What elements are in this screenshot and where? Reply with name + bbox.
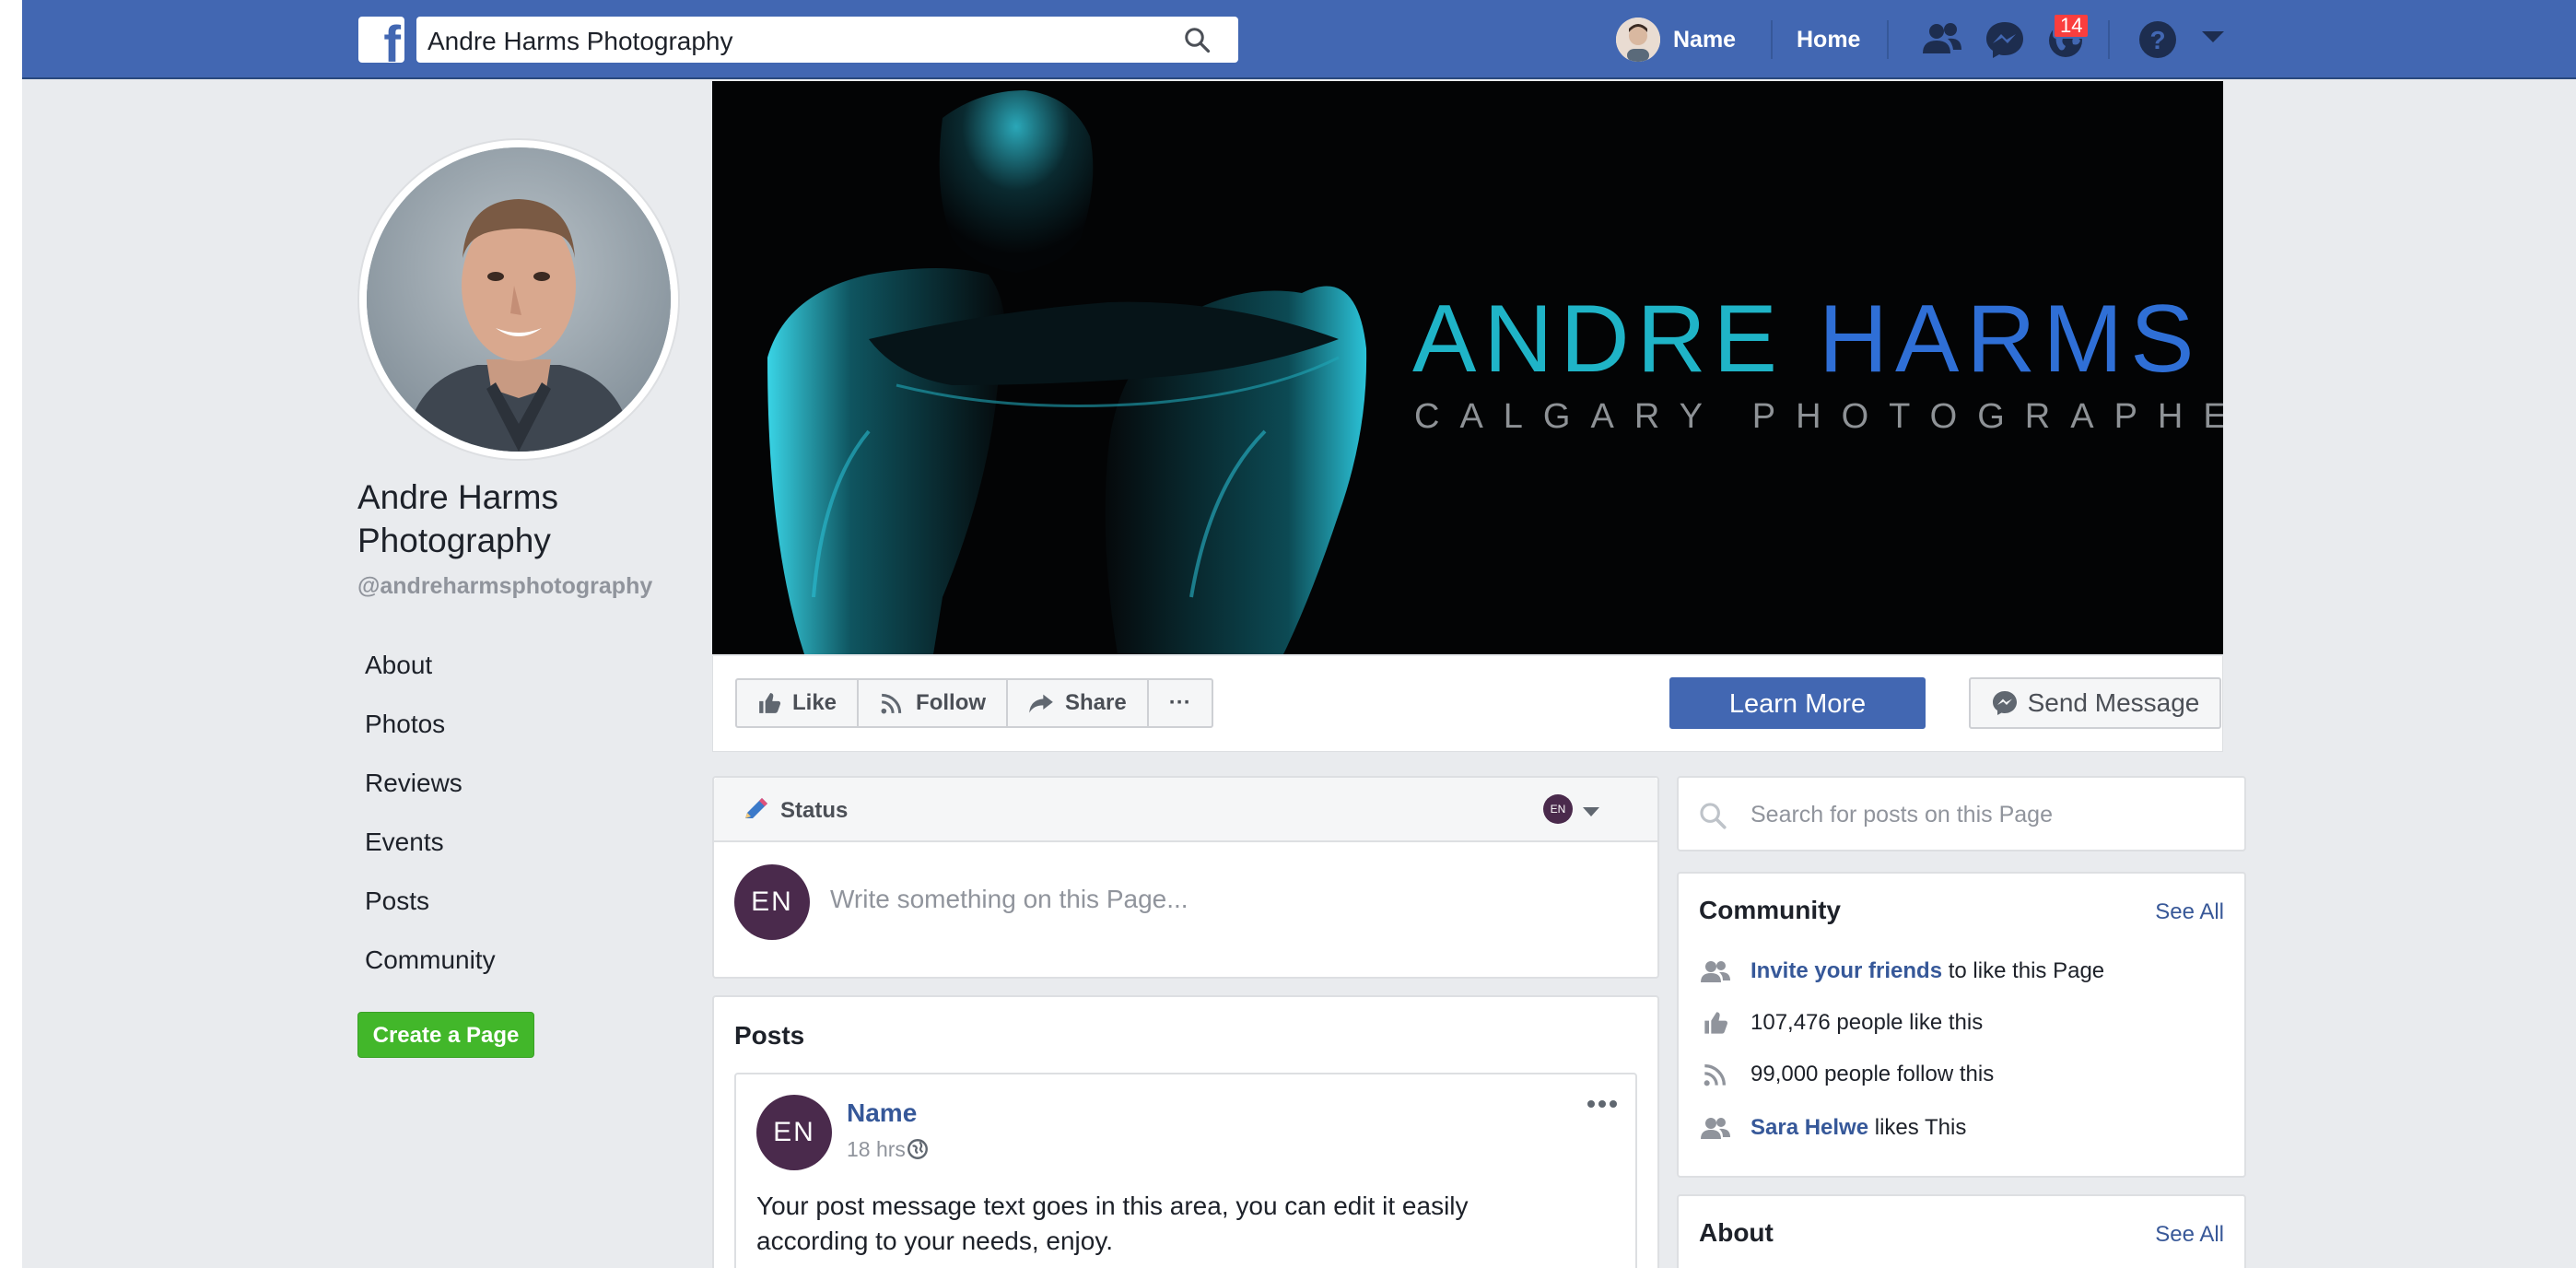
page-posts-search-input[interactable]: Search for posts on this Page: [1677, 776, 2246, 851]
cover-headline-first: ANDRE: [1412, 286, 1819, 393]
left-nav-item-photos[interactable]: Photos: [357, 695, 689, 754]
chevron-down-icon[interactable]: [1582, 805, 1600, 818]
messenger-icon[interactable]: [1983, 18, 2027, 61]
post-timestamp[interactable]: 18 hrs: [847, 1137, 906, 1162]
posts-section-title: Posts: [734, 1021, 805, 1050]
post-author-link[interactable]: Name: [847, 1098, 917, 1128]
post-options-icon[interactable]: [1584, 1095, 1621, 1113]
rss-follow-icon: [1704, 1064, 1726, 1086]
status-tab[interactable]: Status: [780, 798, 848, 824]
community-invite-row: Invite your friends to like this Page: [1699, 953, 2104, 990]
chevron-down-icon[interactable]: [2200, 28, 2244, 70]
post-message: Your post message text goes in this area…: [756, 1192, 1469, 1255]
nav-home-link[interactable]: Home: [1797, 27, 1860, 53]
notification-badge: 14: [2053, 13, 2090, 39]
composer-header: Status EN: [714, 778, 1657, 842]
follow-button[interactable]: Follow: [859, 680, 1009, 726]
search-input[interactable]: Andre Harms Photography: [416, 17, 1238, 63]
action-button-group: Like Follow Share ···: [735, 678, 1213, 728]
send-message-label: Send Message: [2027, 688, 2200, 717]
community-card: Community See All Invite your friends to…: [1677, 872, 2246, 1178]
page-search-placeholder: Search for posts on this Page: [1751, 802, 2053, 828]
messenger-icon: [1992, 691, 2017, 715]
invite-friends-link[interactable]: Invite your friends: [1751, 958, 1942, 983]
cover-headline: ANDRE HARMS: [1412, 291, 2202, 387]
page-navigation: About Photos Reviews Events Posts Commun…: [357, 636, 689, 990]
post-card: EN Name 18 hrs Your post message text go…: [734, 1073, 1637, 1268]
left-nav-item-posts[interactable]: Posts: [357, 872, 689, 931]
cover-subtitle: CALGARY PHOTOGRAPHER: [1414, 397, 2223, 436]
search-icon: [1700, 803, 1727, 829]
learn-more-button[interactable]: Learn More: [1669, 677, 1926, 729]
share-label: Share: [1065, 690, 1127, 715]
friend-requests-icon[interactable]: [1920, 18, 1964, 61]
create-page-button[interactable]: Create a Page: [357, 1012, 534, 1058]
more-options-label: ···: [1168, 690, 1191, 715]
page-follows-count: 99,000 people follow this: [1751, 1062, 1995, 1086]
follow-label: Follow: [916, 690, 987, 715]
composer-input[interactable]: Write something on this Page...: [830, 885, 1188, 914]
globe-icon: [907, 1139, 928, 1159]
like-button[interactable]: Like: [737, 680, 860, 726]
share-arrow-icon: [1029, 694, 1053, 713]
friend-name-link[interactable]: Sara Helwe: [1751, 1115, 1868, 1140]
svg-text:?: ?: [2149, 26, 2165, 54]
share-button[interactable]: Share: [1008, 680, 1149, 726]
rss-follow-icon: [881, 693, 902, 714]
nav-divider: [1771, 20, 1773, 59]
about-see-all-link[interactable]: See All: [2155, 1222, 2224, 1248]
friends-icon: [1701, 961, 1730, 982]
friends-icon: [1701, 1118, 1730, 1139]
page-likes-count: 107,476 people like this: [1751, 1010, 1984, 1035]
left-nav-item-events[interactable]: Events: [357, 813, 689, 872]
page-username[interactable]: @andreharmsphotography: [357, 572, 689, 600]
invite-text: to like this Page: [1942, 958, 2105, 983]
nav-divider: [1887, 20, 1889, 59]
search-value: Andre Harms Photography: [427, 27, 733, 55]
community-likes-row: 107,476 people like this: [1699, 1004, 1983, 1041]
left-nav-item-community[interactable]: Community: [357, 931, 689, 990]
profile-picture-frame[interactable]: [357, 138, 680, 461]
friend-likes-text: likes This: [1868, 1115, 1967, 1140]
more-options-button[interactable]: ···: [1149, 680, 1212, 726]
posts-section: Posts EN Name 18 hrs Your post message t…: [712, 995, 1659, 1268]
voice-selector-avatar[interactable]: EN: [1543, 794, 1573, 824]
pencil-icon: [745, 798, 767, 818]
search-button[interactable]: [1155, 17, 1238, 63]
cover-headline-last: HARMS: [1818, 286, 2202, 393]
top-navigation-bar: f Andre Harms Photography Name Home ?: [22, 0, 2576, 79]
avatar: EN: [734, 864, 810, 940]
nav-divider: [2108, 20, 2110, 59]
help-icon[interactable]: ?: [2137, 18, 2182, 61]
thumbs-up-icon: [1704, 1012, 1727, 1034]
page-action-bar: Like Follow Share ··· Learn More Send Me…: [712, 656, 2223, 752]
left-nav-item-reviews[interactable]: Reviews: [357, 754, 689, 813]
about-title: About: [1699, 1218, 1774, 1247]
cover-photo[interactable]: ANDRE HARMS CALGARY PHOTOGRAPHER: [712, 81, 2223, 654]
community-see-all-link[interactable]: See All: [2155, 899, 2224, 925]
left-nav-item-about[interactable]: About: [357, 636, 689, 695]
avatar[interactable]: [1616, 18, 1660, 62]
facebook-page: f Andre Harms Photography Name Home ? 14…: [22, 0, 2576, 1268]
profile-picture: [367, 147, 671, 452]
thumbs-up-icon: [759, 693, 781, 713]
community-title: Community: [1699, 896, 1841, 924]
search-icon: [1185, 28, 1211, 53]
nav-user-name[interactable]: Name: [1673, 27, 1736, 53]
send-message-button[interactable]: Send Message: [1969, 677, 2221, 729]
logo-letter: f: [383, 17, 401, 64]
page-title: Andre Harms Photography: [357, 478, 558, 559]
like-label: Like: [792, 690, 837, 715]
post-composer: Status EN EN Write something on this Pag…: [712, 776, 1659, 979]
community-follows-row: 99,000 people follow this: [1699, 1056, 1994, 1093]
about-card: About See All: [1677, 1194, 2246, 1268]
avatar[interactable]: EN: [756, 1095, 832, 1170]
community-friend-row: Sara Helwe likes This: [1699, 1110, 1966, 1146]
facebook-logo-icon[interactable]: f: [358, 17, 404, 63]
